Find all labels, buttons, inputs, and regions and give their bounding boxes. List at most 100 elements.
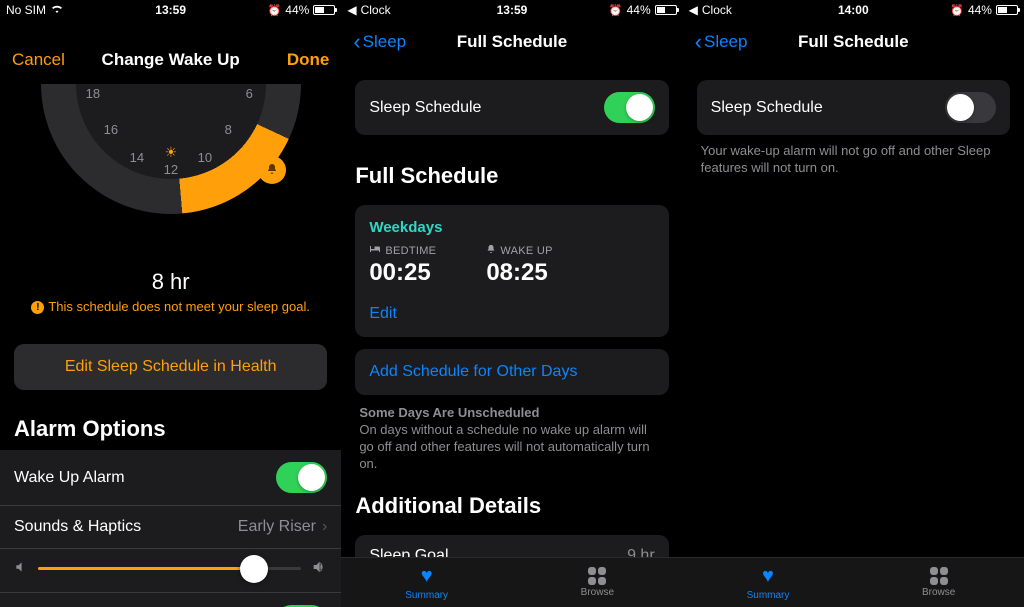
heart-icon: ♥ (421, 565, 433, 588)
nav-title: Full Schedule (798, 32, 909, 52)
schedule-card: Weekdays BEDTIME 00:25 (355, 205, 668, 337)
sleep-goal-warning: !This schedule does not meet your sleep … (0, 299, 341, 314)
bed-icon (369, 244, 381, 257)
alarm-icon: ⏰ (609, 4, 623, 17)
back-button[interactable]: ‹ Sleep (695, 29, 748, 55)
add-schedule-button[interactable]: Add Schedule for Other Days (355, 349, 668, 395)
additional-details-title: Additional Details (355, 493, 668, 519)
back-button[interactable]: ‹ Sleep (353, 29, 406, 55)
screen-full-schedule-off: ◀ Clock 14:00 ⏰ 44% ‹ Sleep Full Schedul… (683, 0, 1024, 607)
battery-icon (655, 5, 677, 15)
sounds-haptics-label: Sounds & Haptics (14, 518, 141, 536)
status-bar: ◀ Clock 14:00 ⏰ 44% (683, 0, 1024, 20)
wake-handle[interactable] (258, 156, 286, 184)
alarm-icon: ⏰ (950, 4, 964, 17)
screen-change-wakeup: No SIM 13:59 ⏰ 44% Cancel Change Wake Up… (0, 0, 341, 607)
battery-percent: 44% (285, 3, 309, 17)
grid-icon (930, 567, 948, 585)
cancel-button[interactable]: Cancel (12, 50, 65, 70)
heart-icon: ♥ (762, 565, 774, 588)
sleep-goal-row[interactable]: Sleep Goal 9 hr (355, 535, 668, 557)
sleep-schedule-toggle[interactable] (604, 92, 655, 123)
status-time: 14:00 (838, 3, 869, 17)
bell-icon (486, 244, 496, 257)
chevron-right-icon: › (322, 518, 327, 536)
tab-summary[interactable]: ♥ Summary (341, 558, 512, 607)
nav-bar: ‹ Sleep Full Schedule (341, 20, 682, 64)
bell-icon (266, 163, 278, 178)
tab-bar: ♥ Summary Browse (683, 557, 1024, 607)
sleep-goal-label: Sleep Goal (369, 547, 448, 557)
clock-number: 12 (164, 162, 178, 177)
content: Sleep Schedule Your wake-up alarm will n… (683, 64, 1024, 557)
bedtime-label: BEDTIME (385, 245, 436, 257)
battery-icon (313, 5, 335, 15)
clock-number: 6 (246, 86, 253, 101)
tab-bar: ♥ Summary Browse (341, 557, 682, 607)
clock-number: 14 (130, 150, 144, 165)
sleep-schedule-label: Sleep Schedule (369, 99, 481, 117)
nav-title: Full Schedule (457, 32, 568, 52)
screen-full-schedule-on: ◀ Clock 13:59 ⏰ 44% ‹ Sleep Full Schedul… (341, 0, 682, 607)
speaker-low-icon (14, 560, 28, 577)
battery-percent: 44% (968, 3, 992, 17)
alarm-icon: ⏰ (268, 4, 282, 17)
weekdays-label: Weekdays (369, 219, 654, 236)
sun-icon: ☀ (165, 144, 178, 161)
clock-number: 10 (198, 150, 212, 165)
clock-number: 8 (225, 122, 232, 137)
back-app-label: Clock (702, 3, 732, 17)
full-schedule-title: Full Schedule (355, 163, 668, 189)
breadcrumb-back[interactable]: ◀ Clock (347, 3, 390, 17)
alarm-options-title: Alarm Options (14, 416, 327, 442)
unscheduled-title: Some Days Are Unscheduled (359, 405, 664, 420)
chevron-left-icon: ‹ (353, 29, 360, 55)
content: 18 16 14 12 10 8 6 ☀ 8 hr !This schedule… (0, 82, 341, 607)
speaker-high-icon (311, 559, 327, 578)
status-time: 13:59 (155, 3, 186, 17)
wake-up-alarm-label: Wake Up Alarm (14, 469, 125, 487)
done-button[interactable]: Done (287, 50, 330, 70)
duration-label: 8 hr (0, 269, 341, 295)
tab-label: Browse (922, 587, 955, 598)
volume-slider[interactable] (38, 567, 301, 570)
content: Sleep Schedule Full Schedule Weekdays BE… (341, 64, 682, 557)
unscheduled-body: On days without a schedule no wake up al… (359, 422, 664, 473)
battery-icon (996, 5, 1018, 15)
nav-bar: ‹ Sleep Full Schedule (683, 20, 1024, 64)
sleep-clock[interactable]: 18 16 14 12 10 8 6 ☀ (0, 84, 341, 229)
chevron-left-icon: ‹ (695, 29, 702, 55)
sleep-schedule-row: Sleep Schedule (355, 80, 668, 135)
wake-up-alarm-row: Wake Up Alarm (0, 450, 341, 506)
snooze-row: Snooze (0, 593, 341, 607)
breadcrumb-back[interactable]: ◀ Clock (689, 3, 732, 17)
tab-summary[interactable]: ♥ Summary (683, 558, 854, 607)
back-app-label: Clock (361, 3, 391, 17)
tab-browse[interactable]: Browse (512, 558, 683, 607)
grid-icon (588, 567, 606, 585)
off-footer: Your wake-up alarm will not go off and o… (701, 143, 1006, 177)
carrier-text: No SIM (6, 3, 46, 17)
warning-icon: ! (31, 301, 44, 314)
status-time: 13:59 (497, 3, 528, 17)
bedtime-value: 00:25 (369, 259, 436, 287)
clock-number: 18 (86, 86, 100, 101)
sleep-schedule-toggle[interactable] (945, 92, 996, 123)
back-triangle-icon: ◀ (689, 3, 698, 17)
back-triangle-icon: ◀ (347, 3, 356, 17)
status-bar: No SIM 13:59 ⏰ 44% (0, 0, 341, 20)
edit-schedule-link[interactable]: Edit (369, 305, 654, 323)
battery-percent: 44% (627, 3, 651, 17)
sleep-schedule-row: Sleep Schedule (697, 80, 1010, 135)
nav-title: Change Wake Up (102, 50, 240, 70)
tab-label: Summary (405, 590, 448, 601)
edit-schedule-health-button[interactable]: Edit Sleep Schedule in Health (14, 344, 327, 390)
wake-up-alarm-toggle[interactable] (276, 462, 327, 493)
sounds-haptics-row[interactable]: Sounds & Haptics Early Riser › (0, 506, 341, 549)
wakeup-label: WAKE UP (500, 245, 552, 257)
tab-browse[interactable]: Browse (853, 558, 1024, 607)
nav-bar: Cancel Change Wake Up Done (0, 38, 341, 82)
tab-label: Browse (581, 587, 614, 598)
tab-label: Summary (747, 590, 790, 601)
status-bar: ◀ Clock 13:59 ⏰ 44% (341, 0, 682, 20)
